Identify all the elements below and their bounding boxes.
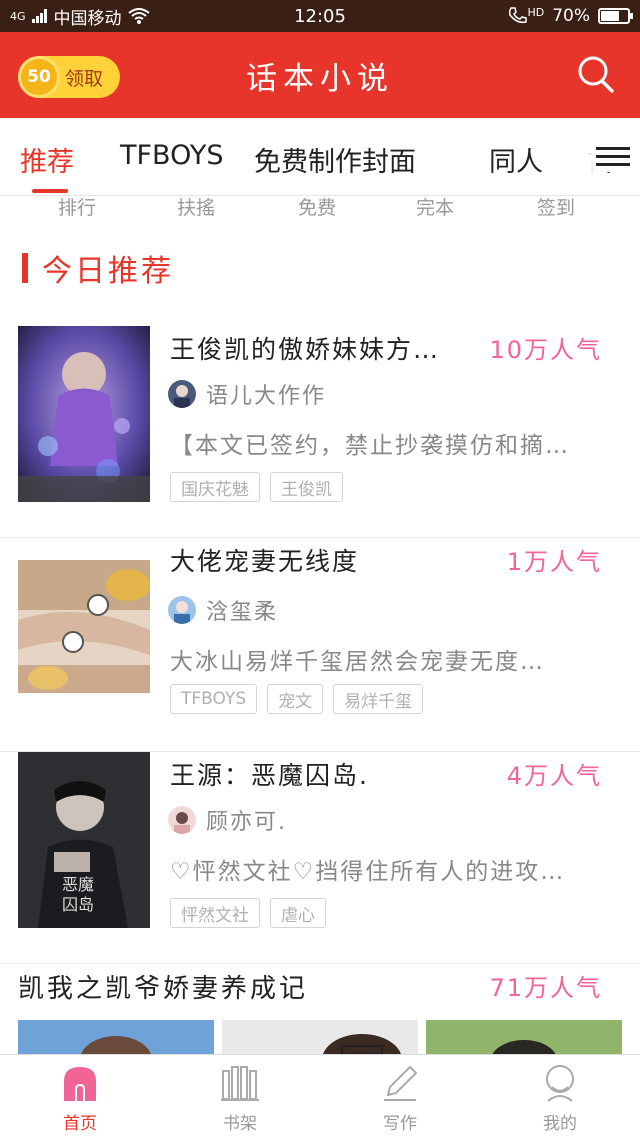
home-icon — [64, 1067, 96, 1101]
quick-link-free[interactable]: 免费 — [298, 193, 336, 220]
nav-write[interactable]: 写作 — [340, 1063, 460, 1134]
call-icon — [509, 7, 528, 24]
book-cover — [18, 560, 150, 693]
nav-profile[interactable]: 我的 — [500, 1063, 620, 1134]
book-cover — [18, 326, 150, 502]
book-title: 大佬宠妻无线度 — [170, 547, 360, 576]
profile-icon — [546, 1065, 574, 1102]
avatar — [168, 596, 196, 624]
app-header: 50 领取 话本小说 — [0, 32, 640, 118]
claim-coins-button[interactable]: 50 领取 — [18, 56, 120, 98]
menu-icon[interactable] — [596, 142, 630, 172]
tab-fade — [546, 118, 596, 194]
tab-recommend[interactable]: 推荐 — [20, 140, 74, 179]
pen-icon — [384, 1065, 418, 1101]
avatar — [168, 806, 196, 834]
tab-free-cover[interactable]: 免费制作封面 — [254, 140, 416, 179]
book-author: 顾亦可. — [206, 810, 287, 835]
battery-icon — [598, 8, 633, 24]
category-tabs: 推荐 TFBOYS 免费制作封面 同人 古 — [0, 118, 640, 196]
book-tag[interactable]: 虐心 — [270, 898, 326, 928]
book-card[interactable]: 恶魔 囚岛 王源：恶魔囚岛. 4万人气 顾亦可. ♡怦然文社♡挡得住所有人的进攻… — [0, 752, 640, 964]
nav-label: 我的 — [543, 1114, 577, 1134]
book-author-row: 顾亦可. — [168, 804, 287, 836]
book-tag[interactable]: 王俊凯 — [270, 472, 343, 502]
battery-fill — [601, 11, 620, 21]
book-title: 王俊凯的傲娇妹妹方… — [170, 335, 441, 364]
book-tag[interactable]: 宠文 — [267, 684, 324, 714]
book-description: ♡怦然文社♡挡得住所有人的进攻… — [170, 859, 566, 885]
app-title: 话本小说 — [246, 60, 394, 97]
book-tag[interactable]: TFBOYS — [170, 684, 258, 714]
hot-book-popularity: 71万人气 — [489, 974, 602, 1002]
signal-icon — [31, 9, 47, 23]
svg-text:恶魔: 恶魔 — [62, 875, 94, 894]
hot-book-title[interactable]: 凯我之凯爷娇妻养成记 — [18, 968, 308, 1005]
section-marker — [22, 253, 28, 283]
hd-badge: HD — [527, 5, 545, 19]
avatar — [168, 380, 196, 408]
coin-icon: 50 — [18, 56, 60, 98]
book-tag[interactable]: 国庆花魅 — [170, 472, 260, 502]
nav-home[interactable]: 首页 — [20, 1063, 140, 1134]
book-tags: 国庆花魅 王俊凯 — [170, 472, 343, 502]
book-author: 语儿大作作 — [206, 384, 327, 409]
book-description: 大冰山易烊千玺居然会宠妻无度… — [170, 649, 545, 675]
book-author-row: 浛玺柔 — [168, 594, 278, 626]
bookshelf-icon — [221, 1066, 259, 1101]
section-header: 今日推荐 — [22, 250, 174, 289]
svg-text:囚岛: 囚岛 — [62, 895, 94, 914]
book-tag[interactable]: 易烊千玺 — [333, 684, 424, 714]
tab-fanfic[interactable]: 同人 — [489, 140, 543, 179]
quick-link-checkin[interactable]: 签到 — [537, 193, 575, 220]
book-card[interactable]: 王俊凯的傲娇妹妹方… 10万人气 语儿大作作 【本文已签约，禁止抄袭摸仿和摘… … — [0, 326, 640, 538]
quick-link-ranking[interactable]: 排行 — [58, 193, 96, 220]
book-popularity: 4万人气 — [506, 762, 602, 790]
book-card[interactable]: 大佬宠妻无线度 1万人气 浛玺柔 大冰山易烊千玺居然会宠妻无度… TFBOYS … — [0, 538, 640, 752]
book-title: 王源：恶魔囚岛. — [170, 761, 369, 790]
book-tags: TFBOYS 宠文 易烊千玺 — [170, 684, 424, 714]
quick-link-complete[interactable]: 完本 — [416, 193, 454, 220]
bottom-navigation: 首页 书架 写作 我的 — [0, 1054, 640, 1138]
section-title: 今日推荐 — [42, 254, 174, 289]
book-description: 【本文已签约，禁止抄袭摸仿和摘… — [170, 433, 570, 459]
book-cover: 恶魔 囚岛 — [18, 752, 150, 928]
book-tags: 怦然文社 虐心 — [170, 898, 326, 928]
book-author-row: 语儿大作作 — [168, 378, 326, 410]
quick-links: 排行 扶搖 免费 完本 签到 — [0, 193, 640, 221]
tab-tfboys[interactable]: TFBOYS — [120, 140, 223, 171]
status-bar: 4G 中国移动 12:05 HD 70% — [0, 0, 640, 32]
nav-label: 首页 — [63, 1114, 97, 1134]
claim-label: 领取 — [65, 67, 104, 90]
book-author: 浛玺柔 — [206, 600, 279, 625]
nav-label: 书架 — [223, 1114, 257, 1134]
wifi-icon — [127, 8, 150, 24]
battery-percent: 70% — [552, 6, 590, 26]
search-icon[interactable] — [576, 54, 616, 94]
nav-label: 写作 — [383, 1114, 417, 1134]
network-type: 4G — [10, 9, 26, 23]
quick-link-support[interactable]: 扶搖 — [177, 193, 215, 220]
book-popularity: 10万人气 — [489, 336, 602, 364]
nav-bookshelf[interactable]: 书架 — [180, 1063, 300, 1134]
carrier-name: 中国移动 — [53, 8, 122, 29]
book-tag[interactable]: 怦然文社 — [170, 898, 260, 928]
book-popularity: 1万人气 — [506, 548, 602, 576]
